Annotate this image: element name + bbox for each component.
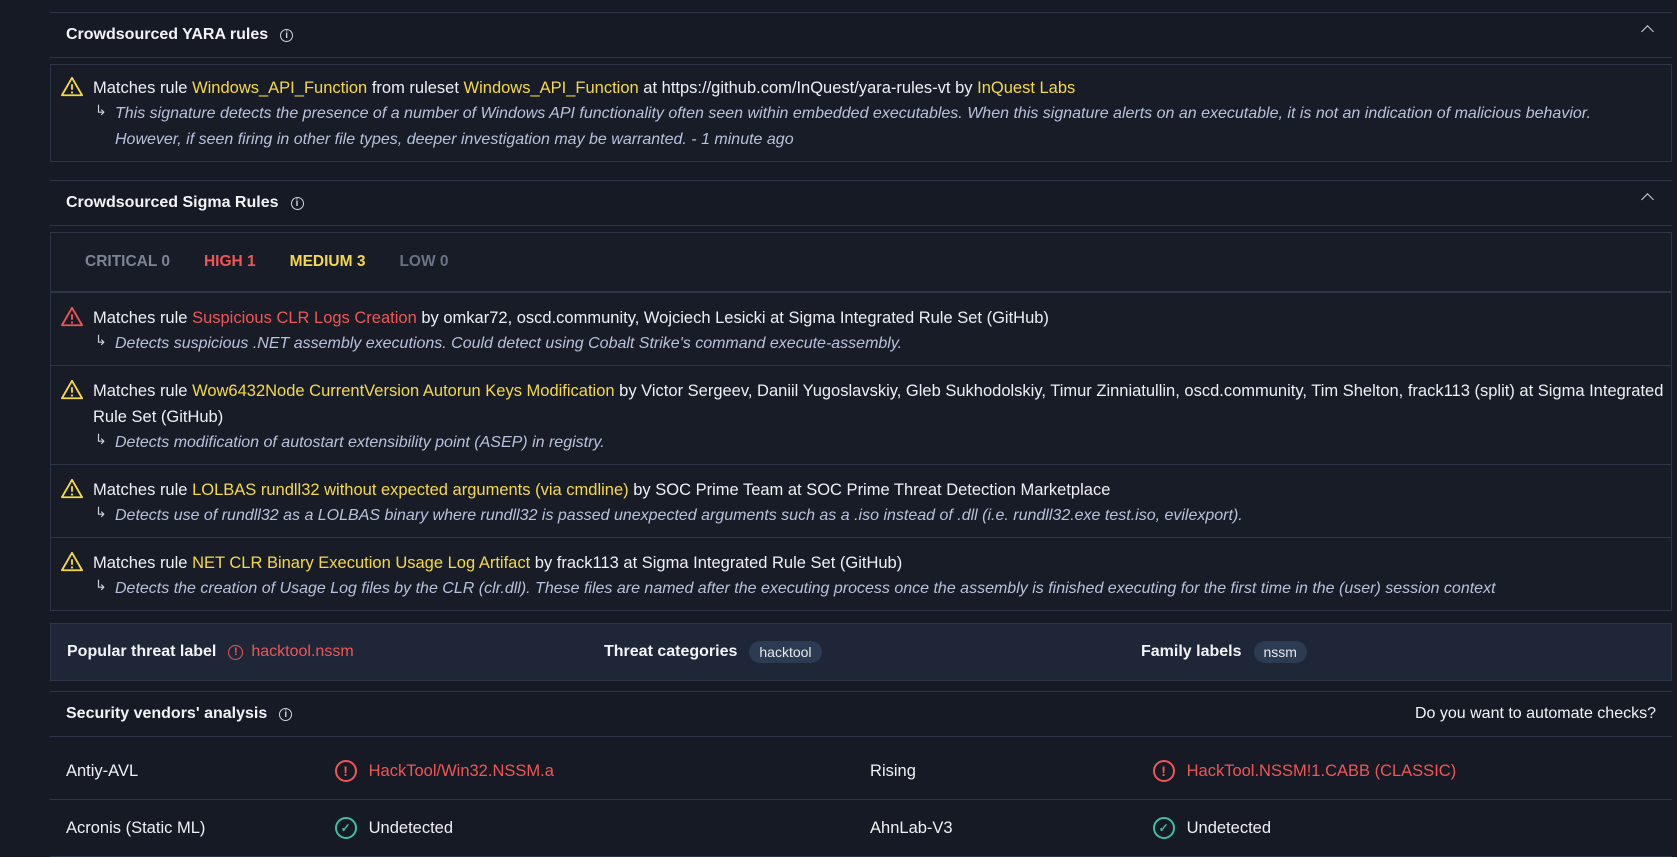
sub-arrow-icon: ↳: [95, 332, 107, 348]
info-icon[interactable]: i: [280, 28, 294, 42]
vendor-result: ! HackTool/Win32.NSSM.a: [334, 760, 854, 782]
rule-prefix: Matches rule: [93, 309, 188, 327]
rule-description: ↳ Detects modification of autostart exte…: [93, 430, 1671, 456]
yara-title: Crowdsourced YARA rules: [66, 26, 269, 43]
tab-low[interactable]: LOW 0: [399, 253, 448, 271]
sub-arrow-icon: ↳: [95, 577, 107, 593]
yara-rules-panel: Matches rule Windows_API_Function from r…: [50, 64, 1672, 162]
sub-arrow-icon: ↳: [95, 431, 107, 447]
rule-source-text: by Victor Sergeev, Daniil Yugoslavskiy, …: [619, 382, 1664, 400]
rule-description: ↳ Detects the creation of Usage Log file…: [93, 576, 1671, 602]
rule-link[interactable]: Suspicious CLR Logs Creation: [192, 309, 417, 327]
warning-icon: [61, 76, 83, 97]
rule-link[interactable]: NET CLR Binary Execution Usage Log Artif…: [192, 554, 530, 572]
rule-description: ↳ Detects use of rundll32 as a LOLBAS bi…: [93, 503, 1671, 529]
sub-arrow-icon: ↳: [95, 102, 107, 118]
threat-labels-bar: Popular threat label ! hacktool.nssm Thr…: [50, 623, 1672, 681]
main-content: Crowdsourced YARA rules i Matches rule W…: [50, 0, 1672, 857]
warning-icon: [61, 379, 83, 400]
tab-medium[interactable]: MEDIUM 3: [290, 253, 366, 271]
rule-from-text: from ruleset: [371, 79, 459, 97]
sigma-rules-panel: CRITICAL 0 HIGH 1 MEDIUM 3 LOW 0 Matches…: [50, 232, 1672, 611]
sigma-rule-item: Matches rule LOLBAS rundll32 without exp…: [51, 464, 1671, 537]
vendor-result: ✓ Undetected: [334, 817, 854, 839]
alert-icon: !: [334, 760, 357, 782]
vendor-name: AhnLab-V3: [870, 818, 953, 837]
yara-rule-item: Matches rule Windows_API_Function from r…: [51, 65, 1671, 161]
info-icon[interactable]: i: [279, 707, 293, 721]
rule-source-text: by SOC Prime Team at SOC Prime Threat De…: [633, 481, 1111, 499]
vendors-header: Security vendors' analysis i Do you want…: [50, 691, 1672, 737]
sigma-rule-item: Matches rule Wow6432Node CurrentVersion …: [51, 365, 1671, 464]
sigma-section-header[interactable]: Crowdsourced Sigma Rules i: [50, 180, 1672, 226]
sigma-title: Crowdsourced Sigma Rules: [66, 194, 279, 211]
warning-icon: [61, 551, 83, 572]
tab-critical[interactable]: CRITICAL 0: [85, 253, 170, 271]
chevron-up-icon[interactable]: [1641, 193, 1654, 206]
popular-threat-label: Popular threat label ! hacktool.nssm: [67, 643, 354, 661]
rule-description: ↳ This signature detects the presence of…: [93, 101, 1671, 153]
vendor-name: Antiy-AVL: [66, 761, 139, 780]
sigma-rule-item: Matches rule NET CLR Binary Execution Us…: [51, 537, 1671, 610]
automate-checks-link[interactable]: Do you want to automate checks?: [1415, 705, 1656, 723]
threat-categories: Threat categories hacktool: [588, 641, 1125, 663]
yara-section-header[interactable]: Crowdsourced YARA rules i: [50, 12, 1672, 58]
author-link[interactable]: InQuest Labs: [977, 79, 1075, 97]
check-icon: ✓: [1152, 817, 1175, 839]
family-labels: Family labels nssm: [1125, 641, 1662, 663]
rule-link[interactable]: Wow6432Node CurrentVersion Autorun Keys …: [192, 382, 615, 400]
rule-source-text-cont: Rule Set (GitHub): [93, 408, 224, 426]
rule-link[interactable]: LOLBAS rundll32 without expected argumen…: [192, 481, 629, 499]
rule-source-text: by omkar72, oscd.community, Wojciech Les…: [421, 309, 1049, 327]
alert-icon: !: [1152, 760, 1175, 782]
popular-threat-value[interactable]: hacktool.nssm: [251, 643, 353, 661]
sub-arrow-icon: ↳: [95, 504, 107, 520]
rule-prefix: Matches rule: [93, 382, 188, 400]
vendor-name: Rising: [870, 761, 916, 780]
rule-description: ↳ Detects suspicious .NET assembly execu…: [93, 331, 1671, 357]
sigma-rule-item: Matches rule Suspicious CLR Logs Creatio…: [51, 292, 1671, 365]
info-icon[interactable]: i: [290, 196, 304, 210]
rule-link[interactable]: Windows_API_Function: [192, 79, 367, 97]
vendor-name: Acronis (Static ML): [66, 818, 206, 837]
check-icon: ✓: [334, 817, 357, 839]
vendor-row: Acronis (Static ML) ✓ Undetected AhnLab-…: [50, 800, 1672, 857]
rule-prefix: Matches rule: [93, 554, 188, 572]
chevron-up-icon[interactable]: [1641, 25, 1654, 38]
ruleset-link[interactable]: Windows_API_Function: [464, 79, 639, 97]
warning-icon: [61, 306, 83, 327]
warning-icon: [61, 478, 83, 499]
vendor-row: Antiy-AVL ! HackTool/Win32.NSSM.a Rising…: [50, 743, 1672, 800]
severity-tabs: CRITICAL 0 HIGH 1 MEDIUM 3 LOW 0: [51, 233, 1671, 292]
alert-icon: !: [228, 644, 244, 660]
rule-prefix: Matches rule: [93, 79, 188, 97]
vendor-result: ✓ Undetected: [1152, 817, 1672, 839]
vendor-result: ! HackTool.NSSM!1.CABB (CLASSIC): [1152, 760, 1672, 782]
rule-source-text: at https://github.com/InQuest/yara-rules…: [643, 79, 973, 97]
vendors-title: Security vendors' analysis: [66, 705, 268, 722]
category-pill[interactable]: hacktool: [749, 641, 822, 663]
rule-source-text: by frack113 at Sigma Integrated Rule Set…: [534, 554, 903, 572]
family-pill[interactable]: nssm: [1253, 641, 1307, 663]
rule-prefix: Matches rule: [93, 481, 188, 499]
tab-high[interactable]: HIGH 1: [204, 253, 256, 271]
